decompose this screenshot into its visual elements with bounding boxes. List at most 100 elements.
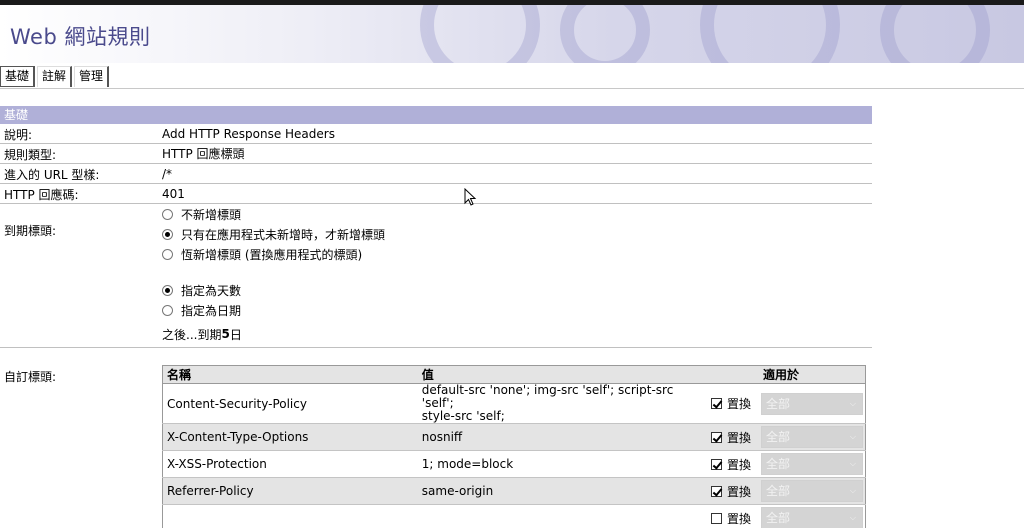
applies-value: 全部 [765,511,790,525]
radio-label: 不新增標頭 [181,207,242,222]
after-prefix: 之後...到期 [162,327,222,342]
replace-label: 置換 [727,511,752,526]
radio-label: 恆新增標頭 (置換應用程式的標頭) [181,247,363,262]
radio-button[interactable] [162,248,173,260]
column-header-applies: 適用於 [758,365,866,384]
response-code-row: HTTP 回應碼: 401 [0,184,872,204]
table-row: Content-Security-Policy default-src 'non… [162,383,866,424]
replace-label: 置換 [727,397,752,411]
tab-basic[interactable]: 基礎 [0,66,36,87]
banner: Web 網站規則 [0,5,1024,63]
custom-headers-row: 自訂標頭: 名稱 值 適用於 Content-Security-Policy d [0,348,872,528]
replace-label: 置換 [727,484,752,499]
applies-cell: 全部 ⌵ [758,450,866,478]
chevron-down-icon: ⌵ [849,398,856,408]
header-value[interactable]: 1; mode=block [417,450,707,478]
page-title: Web 網站規則 [10,25,151,49]
rule-type-value: HTTP 回應標頭 [162,147,245,161]
expiry-mode-date[interactable]: 指定為日期 [162,300,872,320]
expiry-options: 不新增標頭 只有在應用程式未新增時，才新增標頭 恆新增標頭 (置換應用程式的標頭… [162,204,872,347]
header-value[interactable]: nosniff [417,423,707,451]
replace-checkbox[interactable] [711,512,722,524]
header-name[interactable]: Content-Security-Policy [162,383,418,424]
expiry-after-days: 之後...到期 5 日 [162,324,872,344]
applies-value: 全部 [765,396,790,411]
header-name[interactable]: X-XSS-Protection [162,450,418,478]
tab-bar: 基礎 註解 管理 [0,66,111,88]
chevron-down-icon: ⌵ [849,459,856,468]
rule-type-label: 規則類型: [4,148,57,162]
header-value[interactable]: same-origin [417,477,707,505]
replace-cell: 置換 [707,383,759,424]
replace-checkbox[interactable] [711,431,722,443]
applies-select[interactable]: 全部 ⌵ [760,453,863,475]
gear-decoration [420,5,540,63]
column-header-value: 值 [417,365,707,384]
replace-checkbox[interactable] [711,485,722,497]
expiry-mode-days[interactable]: 指定為天數 [162,280,872,300]
custom-headers-table-wrap: 名稱 值 適用於 Content-Security-Policy default… [162,348,872,528]
custom-headers-table: 名稱 值 適用於 Content-Security-Policy default… [162,365,866,528]
radio-button-selected[interactable] [162,284,173,296]
applies-value: 全部 [765,430,790,444]
replace-checkbox[interactable] [711,398,722,409]
applies-cell: 全部 ⌵ [758,504,866,528]
column-header-name: 名稱 [162,365,418,384]
basic-section: 基礎 說明: Add HTTP Response Headers 規則類型: H… [0,106,872,528]
column-header-replace [707,365,759,384]
applies-cell: 全部 ⌵ [758,383,866,424]
custom-headers-label: 自訂標頭: [4,370,57,384]
header-name[interactable] [162,504,418,528]
response-code-value: 401 [162,187,185,201]
header-value-line: style-src 'self; [421,409,505,423]
radio-button[interactable] [162,304,173,316]
applies-cell: 全部 ⌵ [758,477,866,505]
applies-value: 全部 [765,457,790,471]
replace-checkbox[interactable] [711,458,722,470]
applies-select[interactable]: 全部 ⌵ [760,480,863,502]
expiry-option-if-missing[interactable]: 只有在應用程式未新增時，才新增標頭 [162,224,872,244]
table-row: Referrer-Policy same-origin 置換 全部 ⌵ [162,477,866,505]
gear-decoration [700,5,840,63]
tab-divider [0,88,1024,89]
after-suffix: 日 [229,327,242,342]
replace-cell: 置換 [707,423,759,451]
header-name[interactable]: X-Content-Type-Options [162,423,418,451]
table-row: 置換 全部 ⌵ [162,504,866,528]
radio-label: 指定為天數 [181,283,242,298]
description-row: 說明: Add HTTP Response Headers [0,124,872,144]
expiry-option-always[interactable]: 恆新增標頭 (置換應用程式的標頭) [162,244,872,264]
url-pattern-label: 進入的 URL 型樣: [4,168,100,182]
radio-button[interactable] [162,208,173,220]
applies-select[interactable]: 全部 ⌵ [760,392,863,415]
applies-value: 全部 [765,484,790,498]
tab-admin[interactable]: 管理 [74,66,110,87]
replace-label: 置換 [727,430,752,445]
table-row: X-XSS-Protection 1; mode=block 置換 全部 ⌵ [162,450,866,478]
gear-decoration [560,5,650,63]
description-value: Add HTTP Response Headers [162,127,335,141]
rule-type-row: 規則類型: HTTP 回應標頭 [0,144,872,164]
expiry-row: 到期標頭: 不新增標頭 只有在應用程式未新增時，才新增標頭 恆新增標頭 (置換應… [0,204,872,348]
header-value[interactable]: default-src 'none'; img-src 'self'; scri… [417,383,707,424]
applies-select[interactable]: 全部 ⌵ [760,426,863,448]
response-code-label: HTTP 回應碼: [4,188,79,202]
applies-cell: 全部 ⌵ [758,423,866,451]
tab-comments[interactable]: 註解 [37,66,73,87]
table-row: X-Content-Type-Options nosniff 置換 全部 ⌵ [162,423,866,451]
description-label: 說明: [4,128,33,142]
header-name[interactable]: Referrer-Policy [162,477,418,505]
header-value-line: default-src 'none'; img-src 'self'; scri… [421,383,674,410]
applies-select[interactable]: 全部 ⌵ [760,507,863,528]
replace-cell: 置換 [707,477,759,505]
expiry-label: 到期標頭: [4,224,57,238]
radio-label: 指定為日期 [181,303,242,318]
after-days-value: 5 [221,327,230,341]
chevron-down-icon: ⌵ [849,513,856,522]
expiry-option-none[interactable]: 不新增標頭 [162,204,872,224]
mouse-cursor-icon [464,188,477,206]
header-value[interactable] [417,504,707,528]
section-header: 基礎 [0,106,872,124]
radio-button-selected[interactable] [162,228,173,240]
url-pattern-row: 進入的 URL 型樣: /* [0,164,872,184]
